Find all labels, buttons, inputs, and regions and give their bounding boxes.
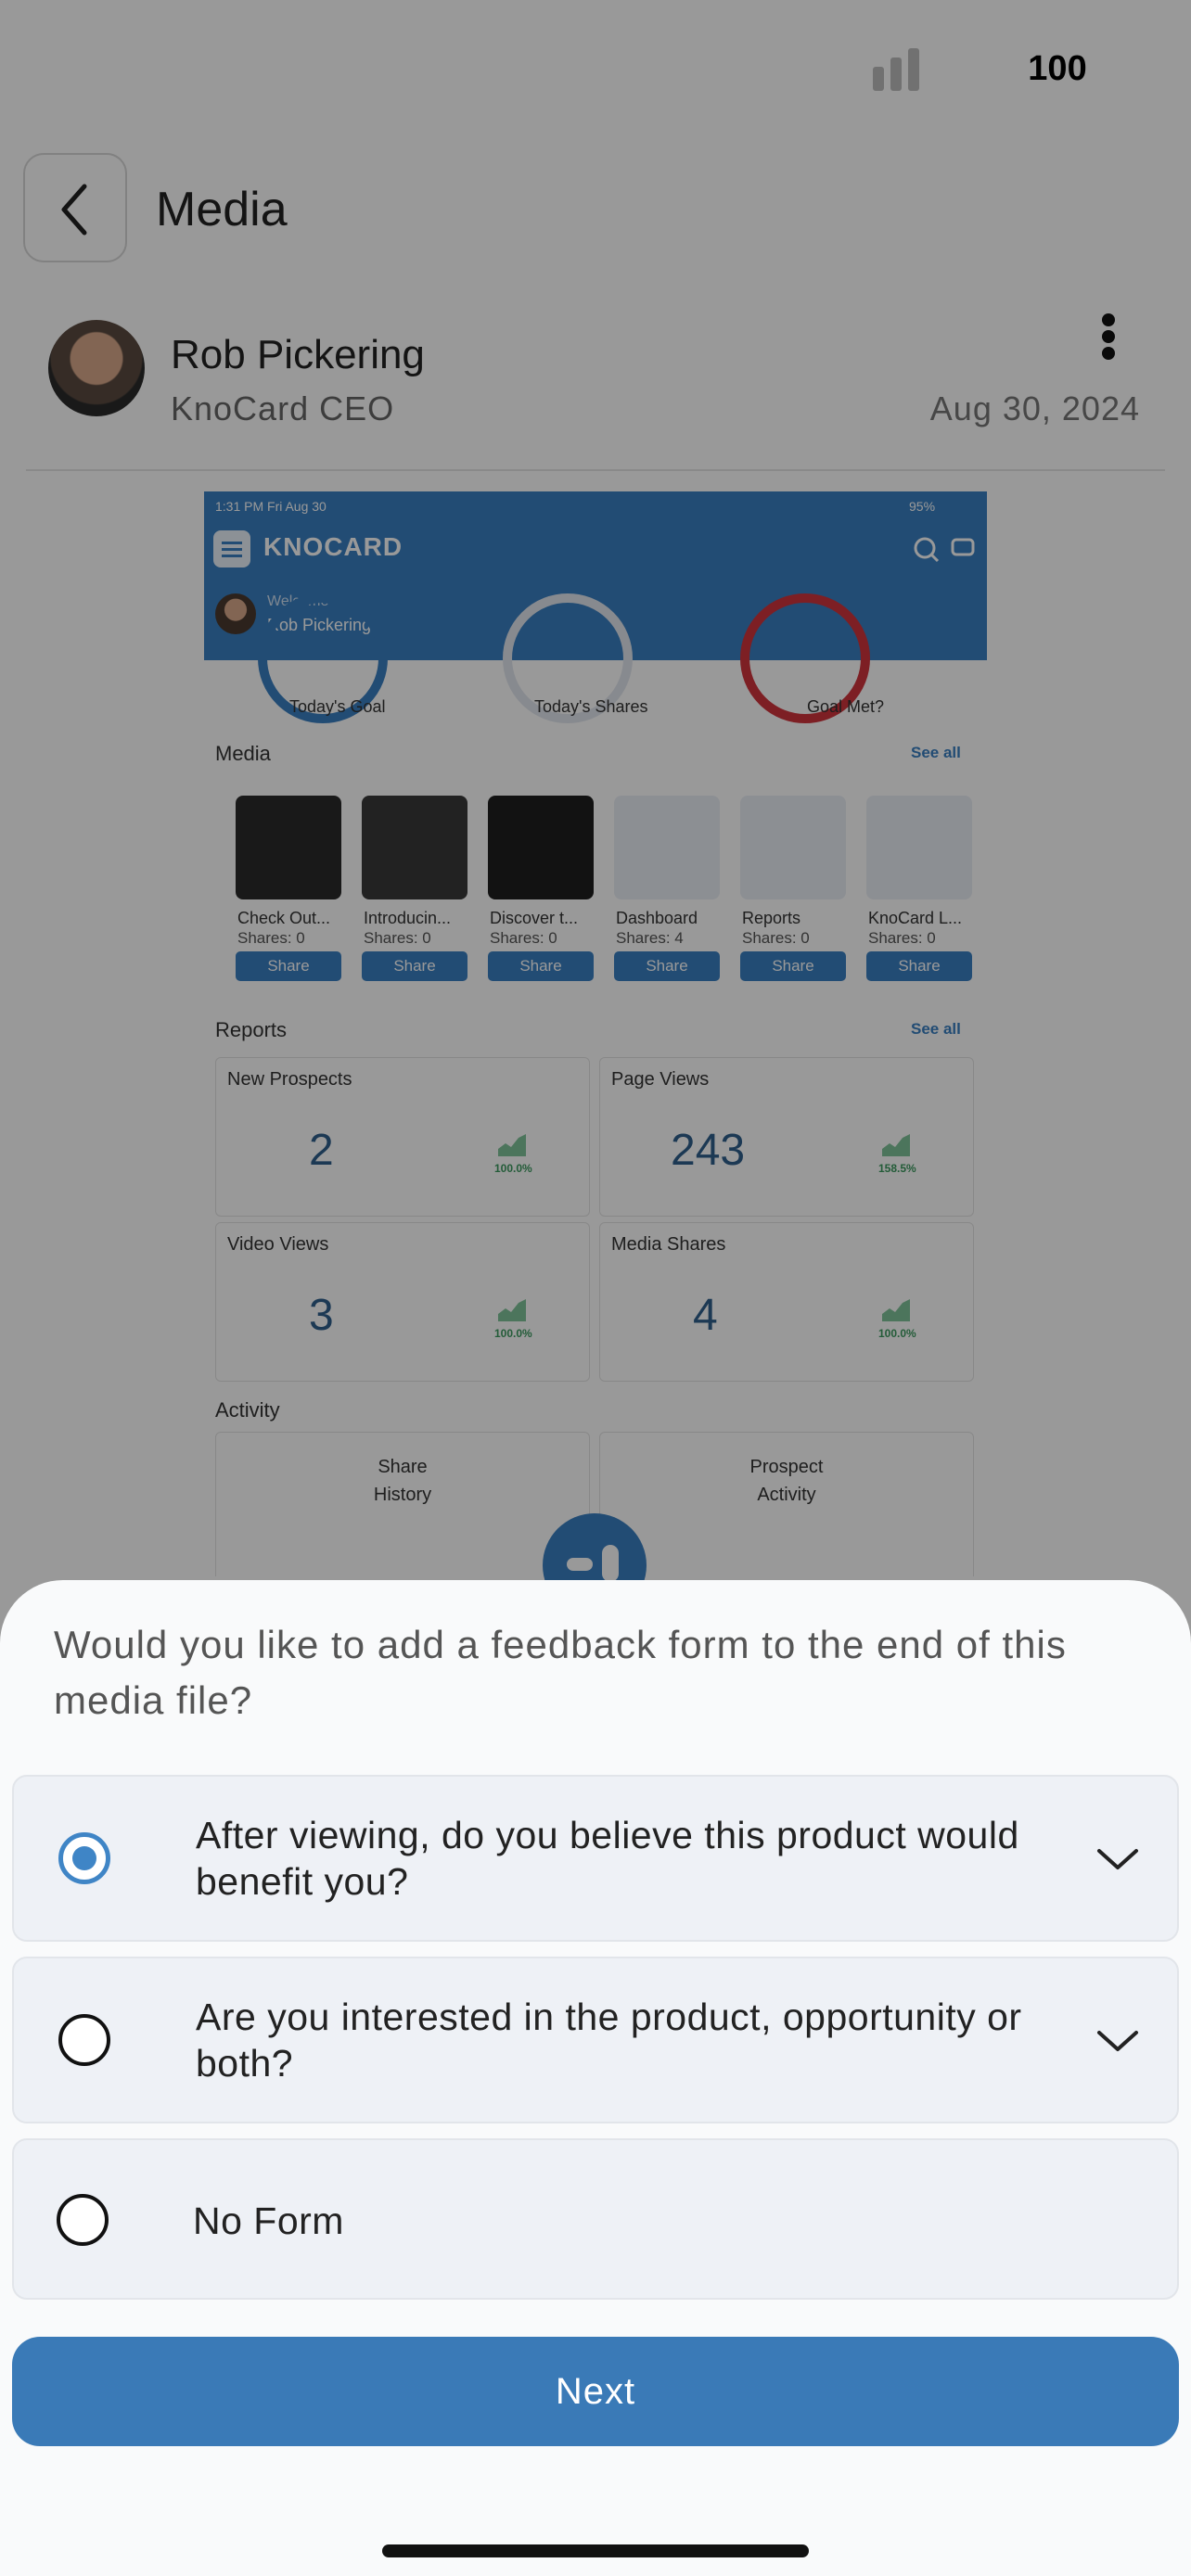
chevron-down-icon[interactable]: [1095, 2027, 1140, 2055]
option-label: After viewing, do you believe this produ…: [196, 1814, 1019, 1903]
next-button[interactable]: Next: [12, 2337, 1179, 2446]
feedback-form-sheet: Would you like to add a feedback form to…: [0, 1580, 1191, 2576]
radio-unselected-icon[interactable]: [58, 2014, 110, 2066]
chevron-down-icon[interactable]: [1095, 1845, 1140, 1873]
home-indicator[interactable]: [382, 2544, 809, 2557]
radio-selected-icon[interactable]: [58, 1832, 110, 1884]
option-benefit-question[interactable]: After viewing, do you believe this produ…: [12, 1775, 1179, 1942]
sheet-question: Would you like to add a feedback form to…: [54, 1623, 1067, 1722]
option-label: Are you interested in the product, oppor…: [196, 1996, 1022, 2085]
radio-unselected-icon[interactable]: [57, 2194, 109, 2246]
option-no-form[interactable]: No Form: [12, 2138, 1179, 2300]
option-interest-question[interactable]: Are you interested in the product, oppor…: [12, 1957, 1179, 2123]
option-label: No Form: [193, 2200, 344, 2242]
